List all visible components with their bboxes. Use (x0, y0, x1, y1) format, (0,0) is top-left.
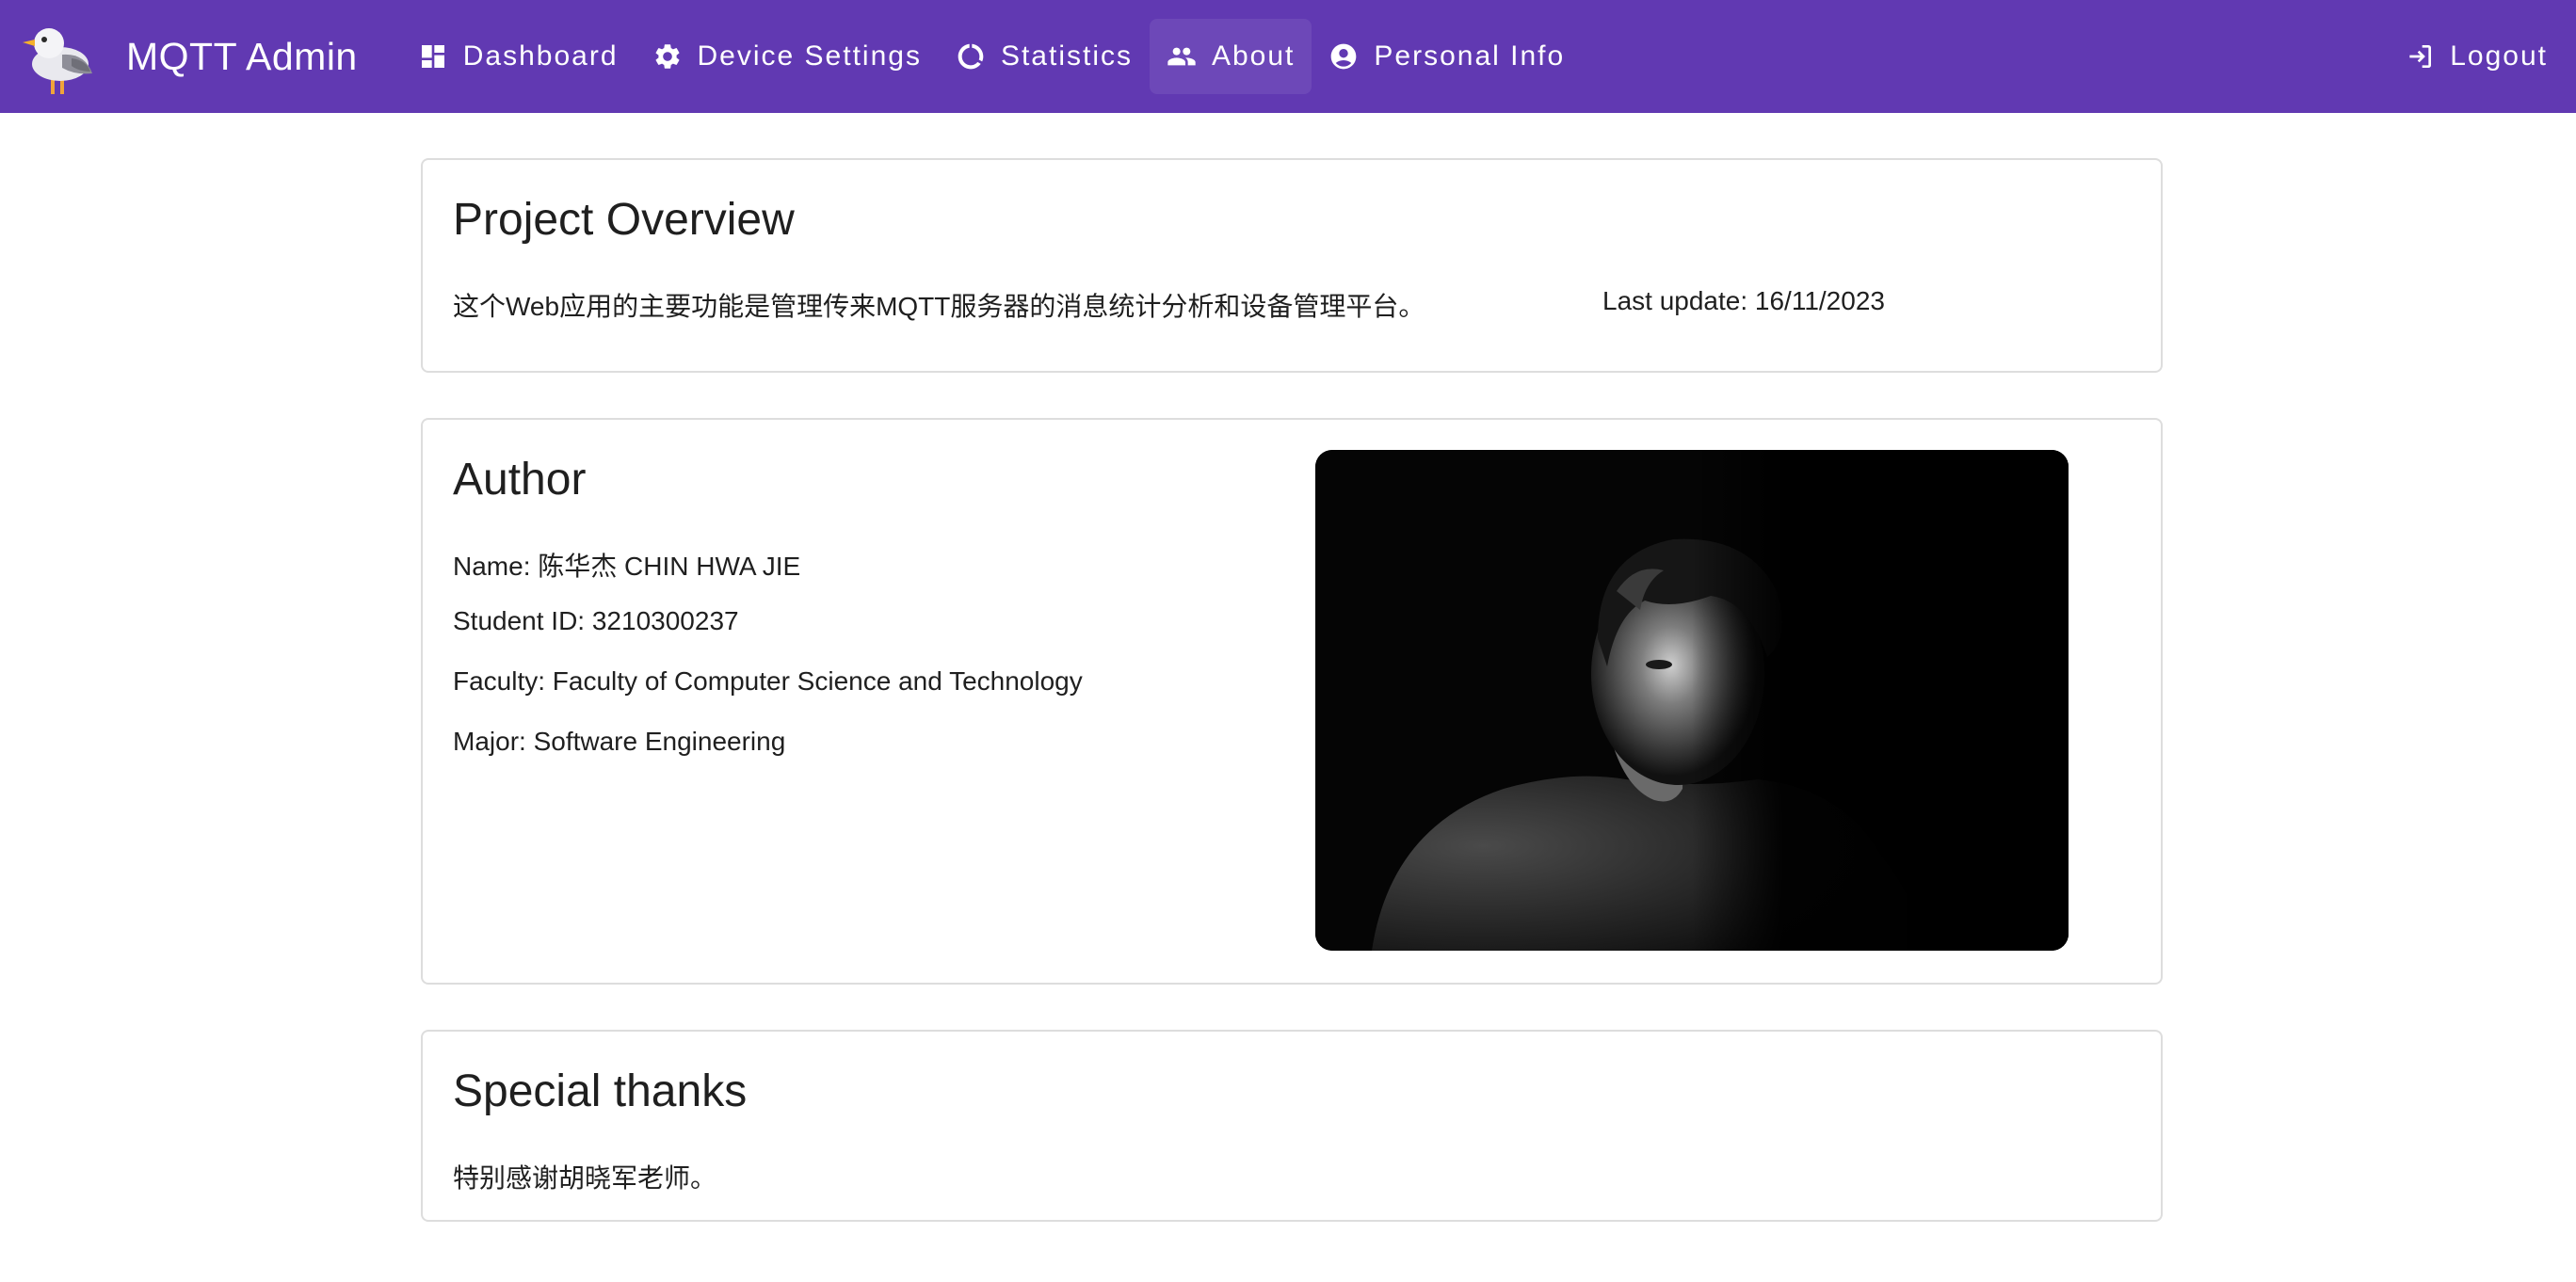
project-overview-card: Project Overview 这个Web应用的主要功能是管理传来MQTT服务… (421, 158, 2163, 373)
nav-about[interactable]: About (1149, 19, 1312, 94)
author-portrait-image (1315, 450, 2069, 951)
nav-dashboard[interactable]: Dashboard (401, 19, 636, 94)
app-title: MQTT Admin (126, 34, 358, 78)
special-thanks-card: Special thanks 特别感谢胡晓军老师。 (421, 1030, 2163, 1222)
people-icon (1167, 47, 1196, 66)
author-faculty: Faculty: Faculty of Computer Science and… (453, 666, 1083, 696)
nav-personal-info[interactable]: Personal Info (1312, 19, 1582, 94)
donut-chart-icon (958, 43, 984, 70)
seagull-logo-icon (23, 28, 92, 94)
logout-button[interactable]: Logout (2405, 0, 2548, 113)
dashboard-icon (421, 45, 444, 68)
project-description: 这个Web应用的主要功能是管理传来MQTT服务器的消息统计分析和设备管理平台。 (453, 292, 1425, 321)
logout-icon (2409, 45, 2432, 68)
author-card: Author Name: 陈华杰 CHIN HWA JIE Student ID… (421, 418, 2163, 985)
nav-dashboard-label: Dashboard (462, 40, 619, 72)
last-update: Last update: 16/11/2023 (1602, 286, 1885, 315)
nav-personal-info-label: Personal Info (1374, 40, 1566, 72)
top-navigation-bar: MQTT Admin Dashboard Device Settings Sta… (0, 0, 2576, 113)
author-student-id: Student ID: 3210300237 (453, 606, 739, 635)
special-thanks-title: Special thanks (453, 1066, 748, 1116)
author-photo (1315, 450, 2069, 951)
nav-statistics-label: Statistics (1000, 40, 1133, 72)
gear-icon (655, 44, 679, 69)
author-major: Major: Software Engineering (453, 727, 786, 756)
author-title: Author (453, 455, 587, 505)
brand[interactable]: MQTT Admin (19, 0, 358, 113)
nav-device-settings-label: Device Settings (697, 40, 922, 72)
nav-device-settings[interactable]: Device Settings (636, 19, 939, 94)
author-name: Name: 陈华杰 CHIN HWA JIE (453, 552, 801, 581)
special-thanks-text: 特别感谢胡晓军老师。 (453, 1163, 717, 1193)
project-overview-title: Project Overview (453, 195, 795, 245)
account-circle-icon (1331, 43, 1357, 70)
nav-statistics[interactable]: Statistics (939, 19, 1150, 94)
logout-label: Logout (2450, 40, 2548, 72)
nav-about-label: About (1211, 40, 1296, 72)
main-nav: Dashboard Device Settings Statistics Abo… (401, 0, 1582, 113)
